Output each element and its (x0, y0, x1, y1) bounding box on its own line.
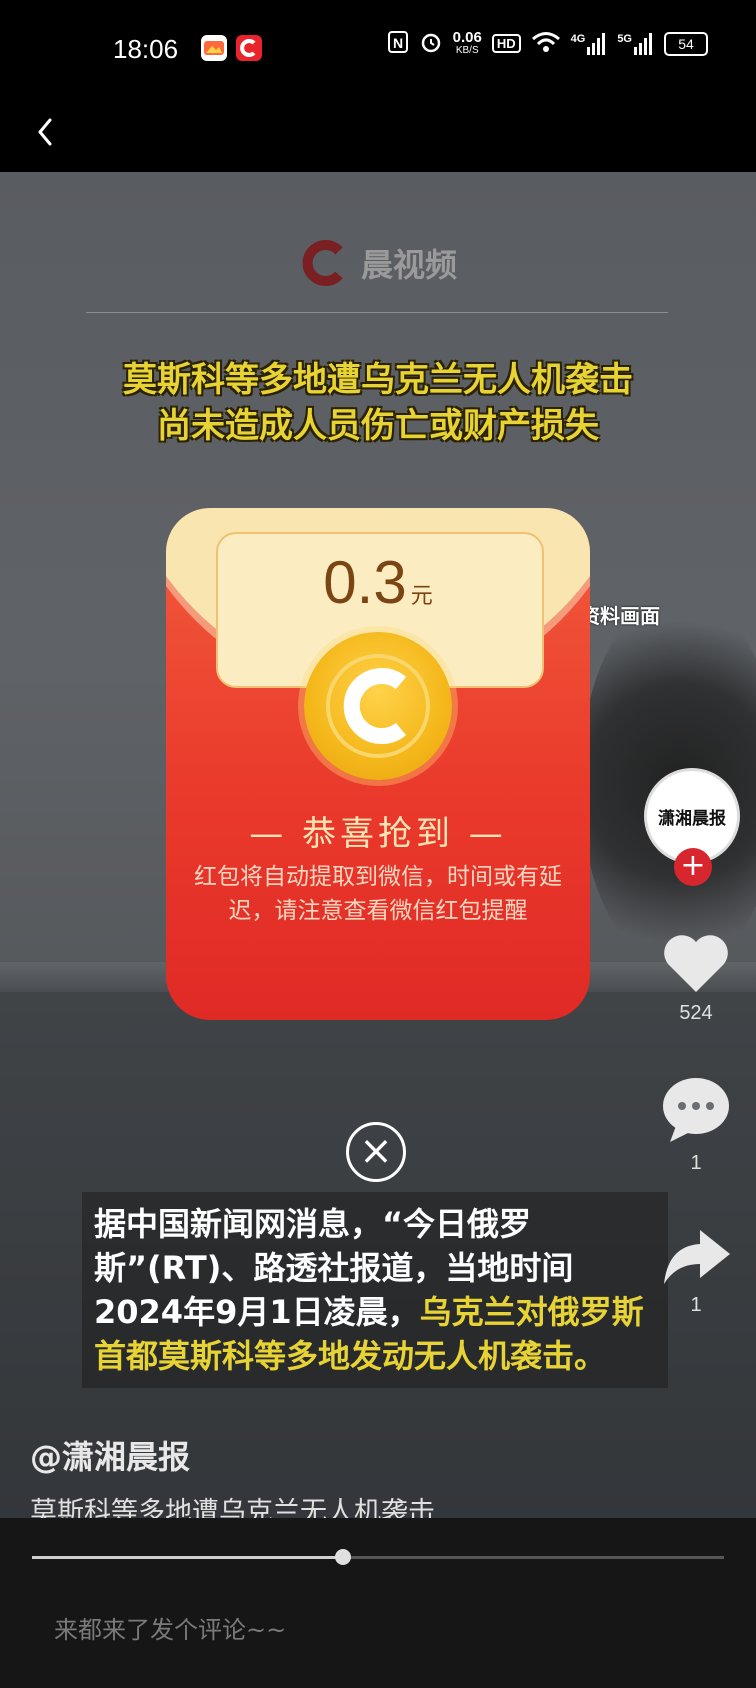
progress-fill (32, 1556, 344, 1559)
watermark-text: 晨视频 (360, 246, 457, 284)
red-packet-amount: 0.3 元 (166, 548, 590, 617)
alarm-icon (419, 30, 443, 57)
net-speed-value: 0.06 (452, 28, 482, 46)
like-action[interactable]: 524 (646, 930, 746, 1025)
nfc-icon: N (387, 30, 409, 57)
share-action[interactable]: 1 (646, 1224, 746, 1317)
video-player[interactable]: 晨视频 莫斯科等多地遭乌克兰无人机袭击 尚未造成人员伤亡或财产损失 资料画面 据… (0, 172, 756, 1518)
avatar-text: 潇湘晨报 (658, 808, 726, 829)
status-bar: 18:06 N 0.06 KB/S HD 4G 5G 54 (0, 0, 756, 100)
amount-value: 0.3 (323, 549, 407, 616)
status-right-icons: N 0.06 KB/S HD 4G 5G 54 (387, 30, 708, 57)
net-speed: 0.06 KB/S (452, 28, 482, 57)
video-watermark: 晨视频 (0, 237, 756, 289)
bottom-bar: 来都来了发个评论~~ (0, 1518, 756, 1688)
comment-bubble-icon (663, 1078, 729, 1142)
back-arrow-icon[interactable] (30, 112, 60, 152)
signal-5g-icon: 5G (617, 32, 654, 55)
heart-icon (664, 935, 728, 992)
congrats-text: — 恭喜抢到 — (249, 814, 507, 854)
svg-text:N: N (393, 35, 403, 51)
wifi-icon (531, 31, 561, 56)
comment-action[interactable]: 1 (646, 1076, 746, 1175)
comment-input[interactable]: 来都来了发个评论~~ (54, 1610, 286, 1645)
amount-unit: 元 (410, 583, 433, 608)
comment-count: 1 (690, 1152, 702, 1174)
like-count: 524 (679, 1002, 713, 1024)
chen-video-logo-icon (302, 240, 343, 286)
resource-label: 资料画面 (580, 604, 660, 628)
headline-line-1: 莫斯科等多地遭乌克兰无人机袭击 (123, 360, 633, 400)
battery-icon: 54 (664, 31, 708, 56)
watermark-divider (86, 312, 668, 313)
top-bar (0, 100, 756, 172)
red-packet-popup: 0.3 元 — 恭喜抢到 — 红包将自动提取到微信，时间或有延迟，请注意查看微信红… (166, 508, 590, 1020)
signal-4g-label: 4G (570, 32, 586, 45)
author-name[interactable]: @潇湘晨报 (30, 1432, 190, 1478)
headline-line-2: 尚未造成人员伤亡或财产损失 (157, 406, 599, 446)
chenbao-app-icon (236, 35, 262, 61)
status-time: 18:06 (113, 34, 179, 64)
video-subtitle: 据中国新闻网消息，“今日俄罗斯”(RT)、路透社报道，当地时间2024年9月1日… (82, 1192, 668, 1388)
coin-logo-icon (304, 632, 452, 780)
share-count: 1 (690, 1294, 702, 1316)
video-headline: 莫斯科等多地遭乌克兰无人机袭击 尚未造成人员伤亡或财产损失 (0, 357, 756, 449)
hd-badge: HD (491, 34, 521, 53)
video-progress-bar[interactable] (32, 1549, 724, 1565)
signal-5g-label: 5G (617, 32, 632, 45)
net-speed-unit: KB/S (455, 44, 479, 56)
follow-button[interactable]: + (674, 848, 712, 886)
close-popup-button[interactable]: × (346, 1122, 406, 1182)
photos-app-icon (201, 35, 227, 61)
progress-knob[interactable] (335, 1549, 352, 1565)
red-packet-note: 红包将自动提取到微信，时间或有延迟，请注意查看微信红包提醒 (194, 864, 562, 924)
share-arrow-icon (664, 1230, 730, 1284)
signal-4g-icon: 4G (570, 32, 608, 55)
